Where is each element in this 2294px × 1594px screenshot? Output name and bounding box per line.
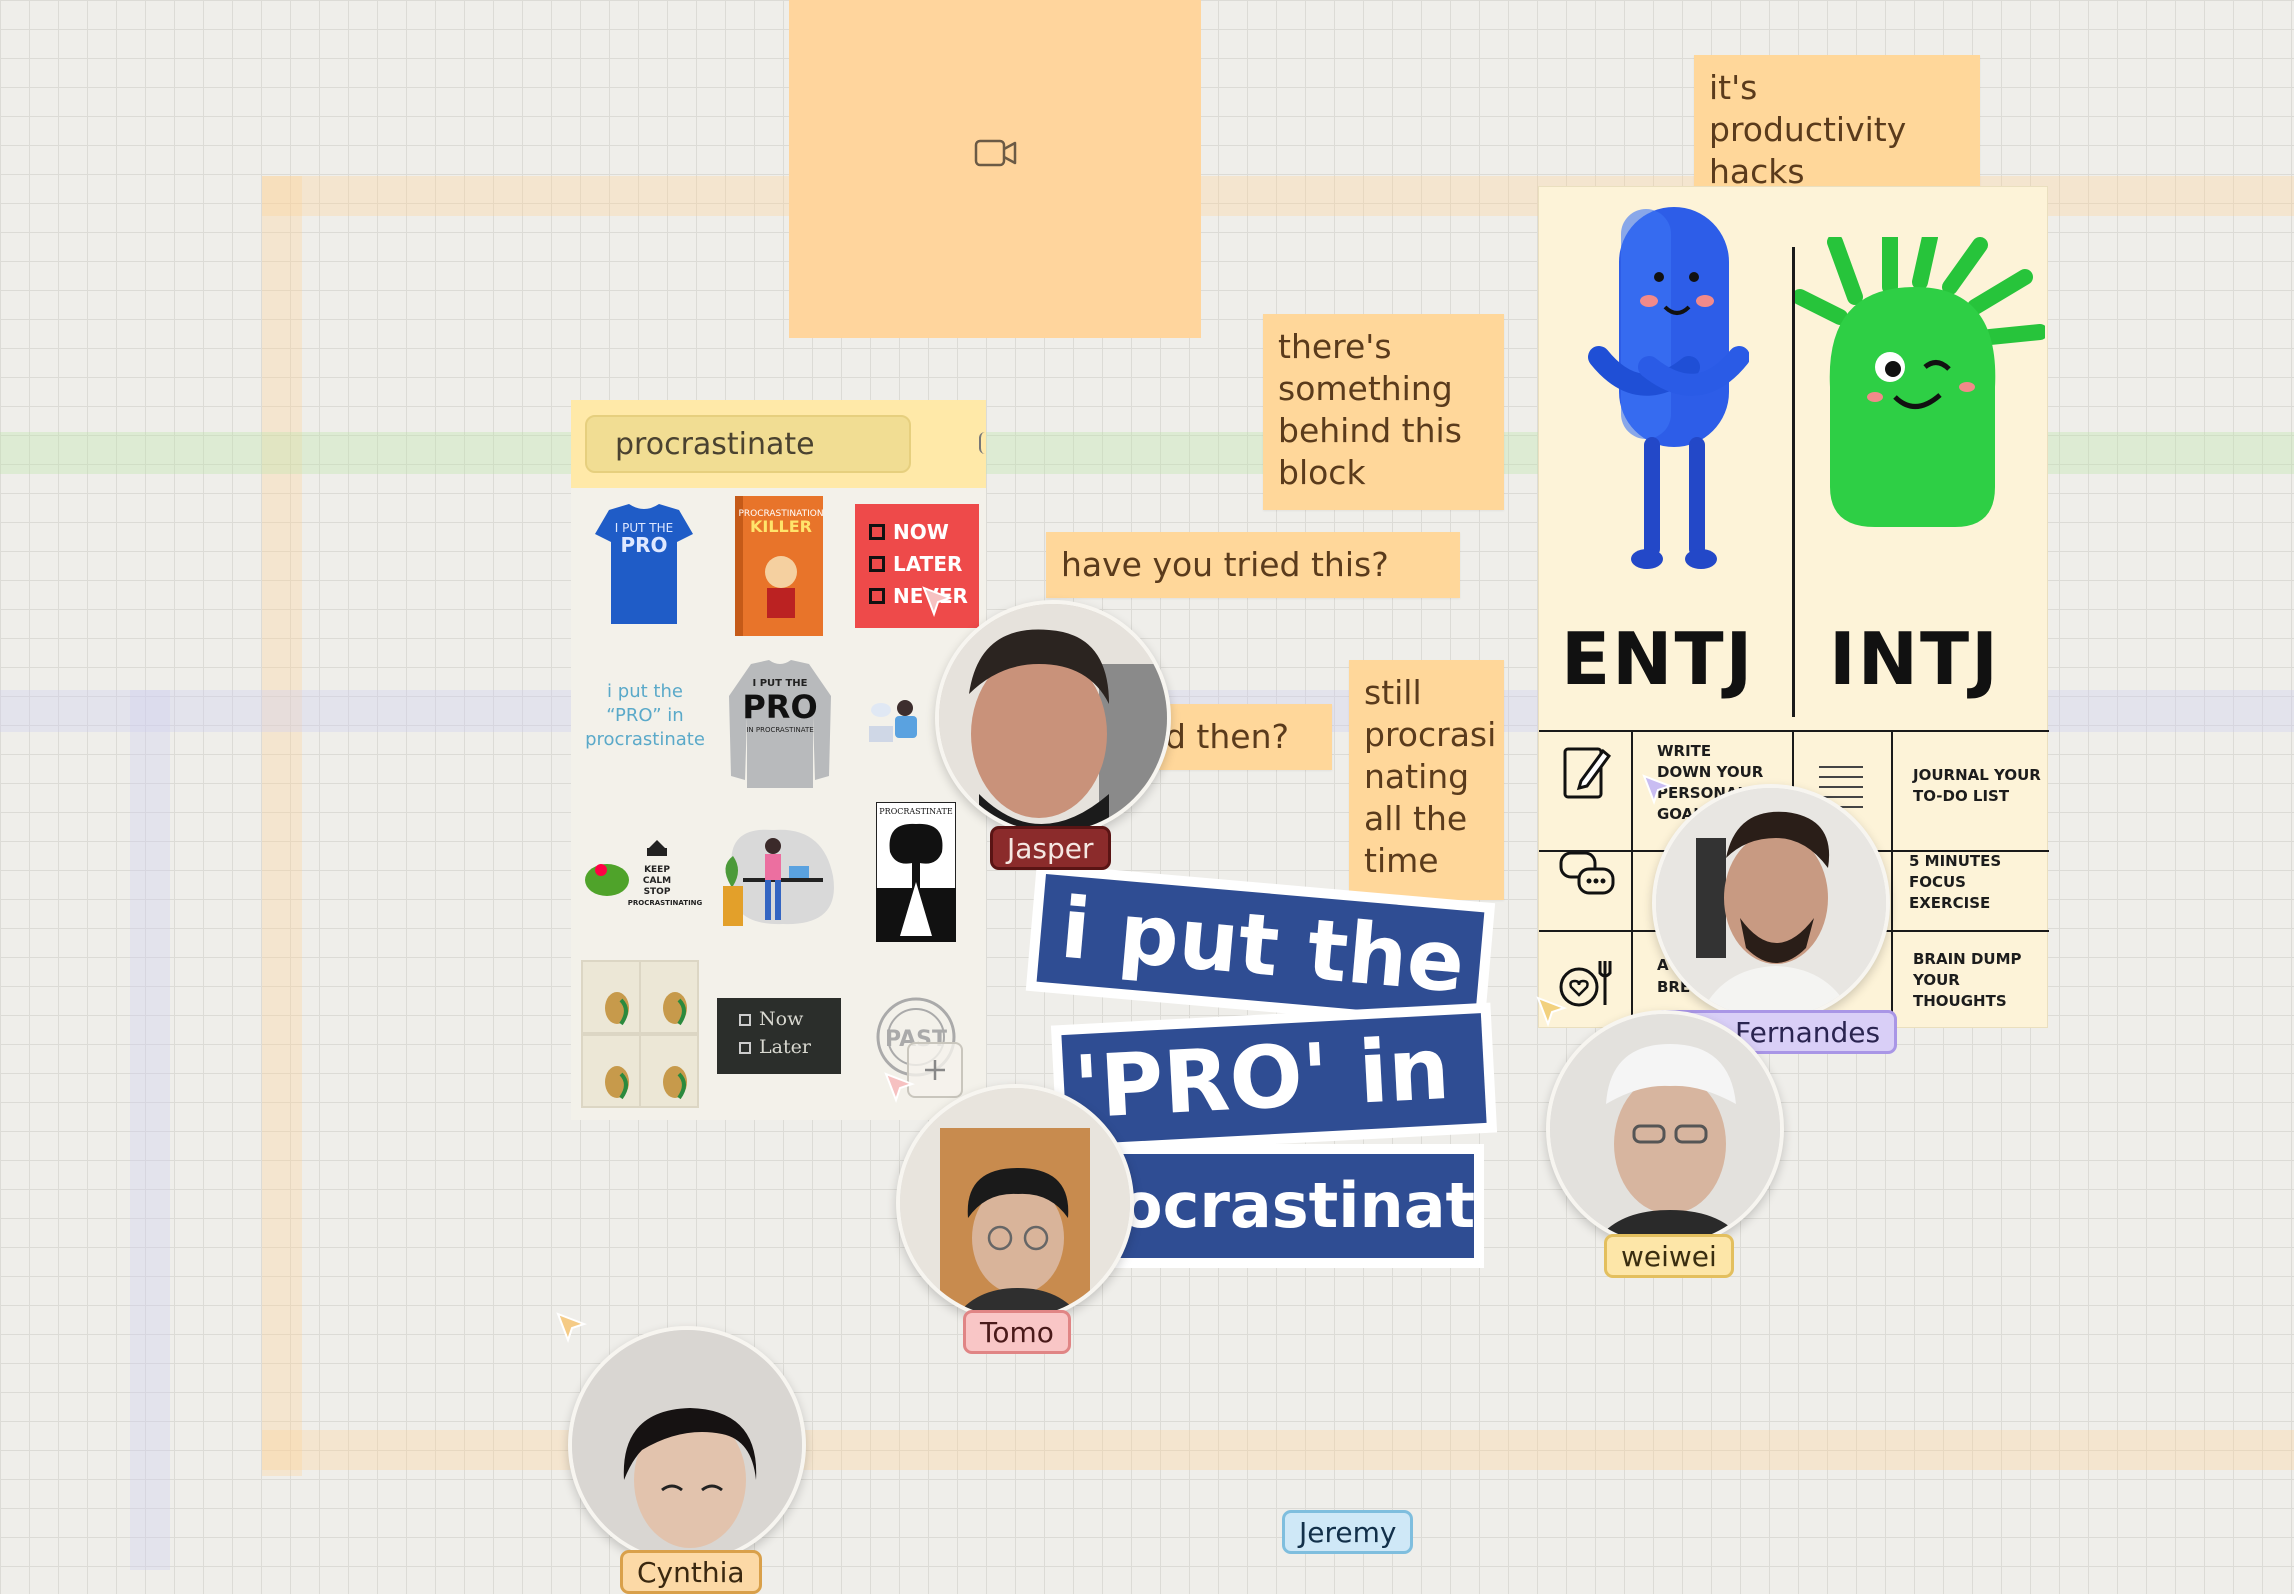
cursor-icon-tomo xyxy=(884,1072,915,1103)
blue-character-illustration xyxy=(1588,207,1749,569)
participant-tag-weiwei: weiwei xyxy=(1604,1234,1734,1278)
chalk-checkbox-icon xyxy=(739,1014,751,1026)
zeh-video xyxy=(1656,788,1886,1018)
canvas-band-lavender-left xyxy=(130,690,170,1570)
svg-text:PRO: PRO xyxy=(742,688,817,726)
thumbnail-keep-calm-frog[interactable]: KEEP CALM STOP PROCRASTINATING xyxy=(577,830,707,930)
checkbox-icon xyxy=(869,588,885,604)
sticky-note-then[interactable]: d then? xyxy=(1150,704,1332,770)
thumbnail-pro-in-procrastinate-text[interactable]: i put the “PRO” in procrastinate xyxy=(585,680,705,752)
thumbnail-pro-tshirt[interactable]: I PUT THE PRO xyxy=(589,500,699,630)
video-block[interactable] xyxy=(789,0,1201,338)
cursor-icon-weiwei xyxy=(1536,996,1567,1027)
thumbnail-pro-sweatshirt[interactable]: I PUT THE PRO IN PROCRASTINATE xyxy=(725,656,835,796)
thumbnail-procrastination-killer-book[interactable]: PROCRASTINATION KILLER xyxy=(729,492,829,642)
snail-icon xyxy=(583,962,697,1106)
participant-tag-tomo: Tomo xyxy=(963,1310,1071,1354)
search-bar-edge xyxy=(979,432,987,454)
checkbox-icon xyxy=(869,524,885,540)
thumb-later-text: LATER xyxy=(893,552,963,576)
banner-line-3: ocrastinate xyxy=(1120,1154,1474,1258)
avatar-zeh-fernandes[interactable] xyxy=(1652,784,1890,1022)
mbti-label-left: ENTJ xyxy=(1561,617,1755,701)
avatar-jasper[interactable] xyxy=(935,600,1171,836)
svg-text:PRO: PRO xyxy=(620,533,667,557)
weiwei-video xyxy=(1550,1014,1780,1244)
checkbox-checked-icon xyxy=(869,556,885,572)
jasper-video xyxy=(939,604,1167,832)
tip-focus-exercise: 5 MINUTES FOCUS EXERCISE xyxy=(1909,852,2002,912)
thumbnail-now-later-never[interactable]: NOW LATER NEVER xyxy=(855,504,979,628)
mbti-label-right: INTJ xyxy=(1829,617,2000,701)
cursor-icon-cynthia xyxy=(556,1312,587,1343)
thumbnail-snail-comic[interactable] xyxy=(581,960,699,1108)
cynthia-video xyxy=(572,1330,802,1560)
chalk-checkbox-icon xyxy=(739,1042,751,1054)
svg-text:PROCRASTINATE: PROCRASTINATE xyxy=(879,807,953,816)
avatar-cynthia[interactable] xyxy=(568,1326,806,1564)
banner-line-2: 'PRO' in xyxy=(1061,1013,1487,1145)
participant-tag-jasper: Jasper xyxy=(990,826,1111,870)
svg-text:STOP: STOP xyxy=(644,887,671,897)
tip-brain-dump: BRAIN DUMP YOUR THOUGHTS xyxy=(1913,950,2022,1010)
tip-journal-todo: JOURNAL YOUR TO-DO LIST xyxy=(1913,766,2041,805)
chat-bubbles-icon xyxy=(1559,851,1615,895)
green-character-illustration xyxy=(1795,237,2045,527)
avatar-tomo[interactable] xyxy=(896,1084,1134,1322)
thumbnail-person-at-desk[interactable] xyxy=(865,690,935,760)
gif-search-input[interactable]: procrastinate xyxy=(585,415,911,473)
card-grid-line xyxy=(1539,730,2049,732)
plus-icon xyxy=(925,1060,945,1080)
card-grid-line xyxy=(1631,730,1633,1030)
svg-text:PROCRASTINATING: PROCRASTINATING xyxy=(628,899,703,907)
cursor-icon-jasper xyxy=(922,586,953,617)
svg-text:KILLER: KILLER xyxy=(750,517,812,536)
chalk-now-text: Now xyxy=(759,1008,804,1030)
svg-text:KEEP: KEEP xyxy=(644,865,670,875)
canvas-band-orange-left xyxy=(262,176,302,1476)
video-camera-icon[interactable] xyxy=(974,138,1018,168)
card-grid-line xyxy=(1891,730,1893,1030)
sticky-note-tried-this[interactable]: have you tried this? xyxy=(1046,532,1460,598)
participant-tag-cynthia: Cynthia xyxy=(620,1550,762,1594)
canvas-band-orange-bottom xyxy=(262,1430,2294,1470)
svg-text:CALM: CALM xyxy=(643,876,671,886)
thumbnail-now-later-chalkboard[interactable]: Now Later xyxy=(717,998,841,1074)
avatar-weiwei[interactable] xyxy=(1546,1010,1784,1248)
notepad-icon xyxy=(1563,747,1611,799)
thumbnail-standing-desk[interactable] xyxy=(713,816,843,936)
sticky-note-behind-block[interactable]: there's something behind this block xyxy=(1263,314,1504,510)
thumb-now-text: NOW xyxy=(893,520,949,544)
banner-line-1: i put the xyxy=(1036,874,1485,1020)
tomo-video xyxy=(900,1088,1130,1318)
svg-text:IN PROCRASTINATE: IN PROCRASTINATE xyxy=(746,726,813,734)
participant-tag-jeremy: Jeremy xyxy=(1282,1510,1414,1554)
cursor-icon-zeh xyxy=(1642,774,1673,805)
thumbnail-procrastinate-poster[interactable]: PROCRASTINATE xyxy=(876,802,956,942)
gif-search-panel[interactable]: procrastinate I PUT THE PRO PROCRASTINAT… xyxy=(571,400,986,1120)
chalk-later-text: Later xyxy=(759,1036,811,1058)
